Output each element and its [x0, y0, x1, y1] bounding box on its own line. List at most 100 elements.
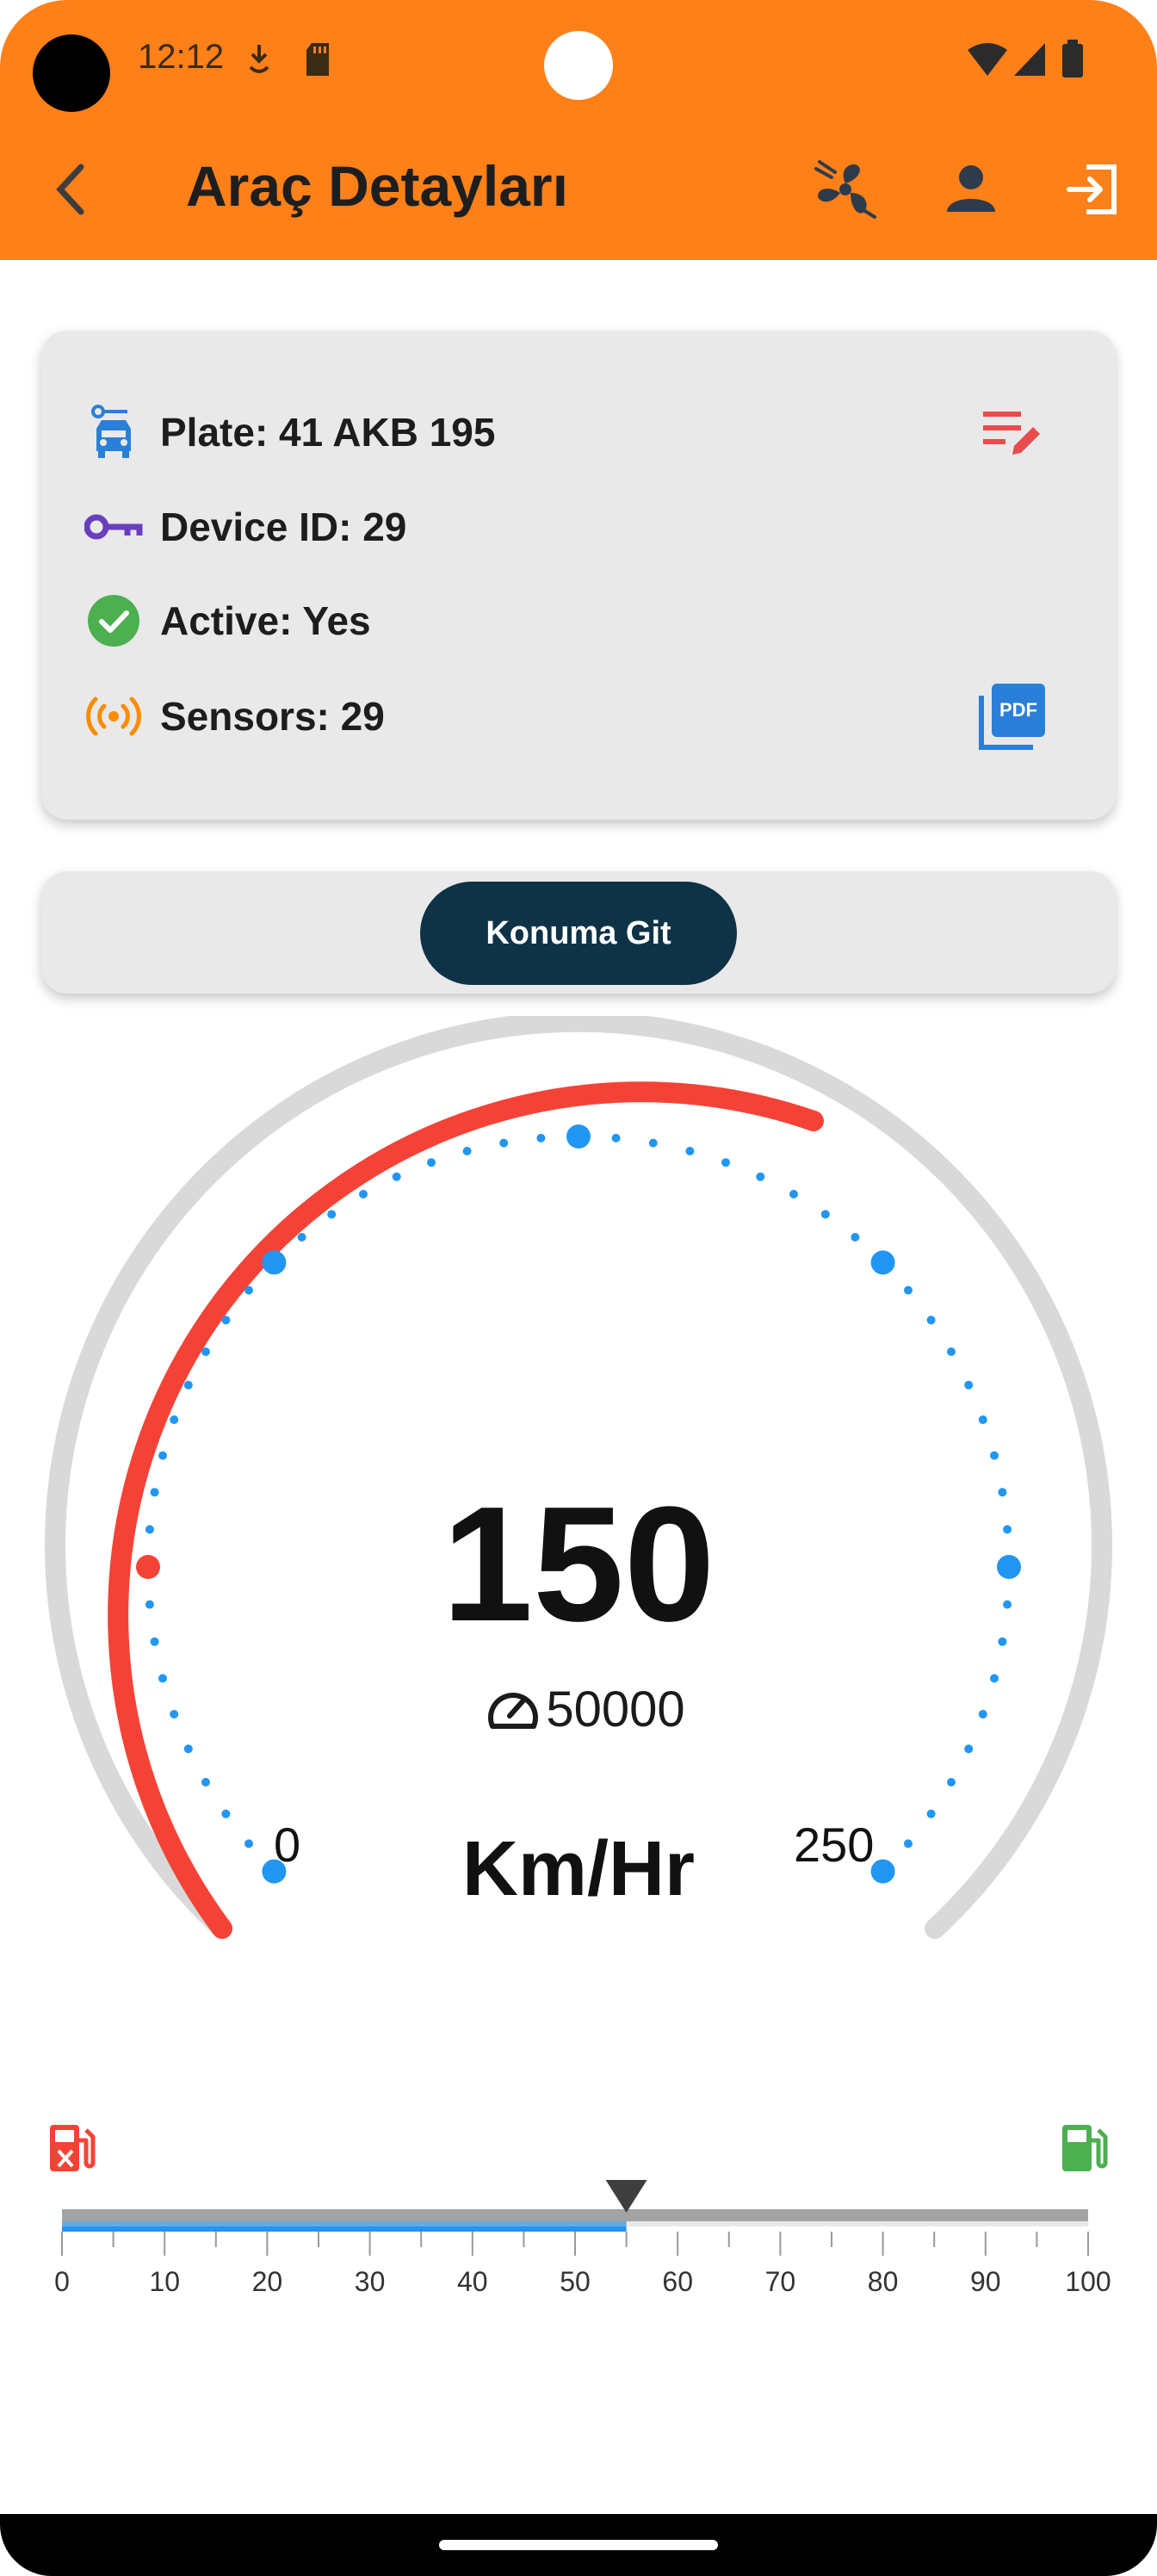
gauge-minor-tick [998, 1488, 1007, 1497]
fuel-scale-label: 70 [764, 2266, 796, 2297]
active-label: Active: Yes [160, 598, 371, 643]
wifi-icon [968, 43, 1007, 76]
gauge-minor-tick [904, 1839, 913, 1848]
gauge-minor-tick [183, 1380, 193, 1390]
fuel-gauge [61, 2180, 1089, 2256]
home-indicator[interactable] [439, 2540, 718, 2550]
gauge-minor-tick [170, 1710, 179, 1718]
fuel-scale-label: 40 [457, 2266, 488, 2297]
gauge-minor-tick [1003, 1525, 1012, 1534]
gauge-major-tick [136, 1555, 160, 1579]
camera-cutout [33, 34, 110, 112]
gauge-min-label: 0 [274, 1817, 301, 1872]
gauge-minor-tick [158, 1674, 167, 1683]
person-icon[interactable] [944, 160, 999, 215]
fuel-level-pointer [605, 2180, 647, 2213]
sensor-broadcast-icon [79, 682, 148, 751]
gauge-minor-tick [244, 1839, 253, 1848]
gauge-minor-tick [145, 1600, 154, 1609]
gauge-minor-tick [978, 1710, 987, 1718]
odometer-value: 50000 [546, 1681, 685, 1737]
gauge-minor-tick [820, 1210, 830, 1219]
gauge-minor-tick [926, 1809, 936, 1818]
gauge-minor-tick [297, 1233, 306, 1242]
gauge-minor-tick [990, 1451, 999, 1460]
fuel-scale-label: 50 [560, 2266, 591, 2297]
odometer-row: 50000 [430, 1679, 740, 1739]
gauge-minor-tick [964, 1380, 974, 1390]
fuel-scale-ticks [61, 2232, 1089, 2256]
gauge-minor-tick [221, 1316, 231, 1325]
speedometer-icon [488, 1693, 539, 1729]
battery-icon [1062, 40, 1083, 77]
page-title: Araç Detayları [186, 154, 568, 218]
gauge-minor-tick [201, 1347, 210, 1356]
gauge-minor-tick [926, 1316, 936, 1325]
pdf-icon[interactable]: PDF [978, 682, 1047, 751]
speed-unit: Km/Hr [461, 1826, 696, 1912]
gauge-major-tick [262, 1250, 287, 1275]
gauge-minor-tick [359, 1190, 368, 1198]
gauge-minor-tick [978, 1415, 987, 1424]
fuel-scale-label: 60 [662, 2266, 693, 2297]
gauge-major-tick [870, 1859, 895, 1884]
gauge-minor-tick [158, 1451, 167, 1460]
front-sensor [544, 31, 613, 100]
plate-row: Plate: 41 AKB 195 [79, 398, 495, 467]
gauge-minor-tick [150, 1637, 159, 1646]
sensors-row: Sensors: 29 [79, 682, 385, 751]
pdf-icon-text: PDF [999, 699, 1037, 721]
gauge-minor-tick [201, 1778, 210, 1786]
gauge-minor-tick [145, 1525, 154, 1534]
gauge-minor-tick [789, 1190, 798, 1198]
fuel-full-icon [1062, 2125, 1108, 2171]
cell-signal-icon [1014, 43, 1045, 76]
gauge-minor-tick [648, 1138, 658, 1148]
gauge-minor-tick [536, 1133, 546, 1142]
fuel-scale-label: 90 [970, 2266, 1001, 2297]
gauge-minor-tick [183, 1744, 193, 1754]
app-bar: 12:12 Araç Detayları [0, 0, 1157, 260]
gauge-max-label: 250 [794, 1817, 875, 1872]
gauge-minor-tick [611, 1133, 621, 1142]
gauge-minor-tick [947, 1347, 956, 1356]
gauge-minor-tick [392, 1172, 401, 1181]
gauge-minor-tick [756, 1172, 765, 1181]
device-id-label: Device ID: 29 [160, 505, 407, 549]
fuel-empty-icon [50, 2125, 96, 2171]
fuel-track-bottom [62, 2221, 1088, 2226]
gauge-major-tick [870, 1250, 895, 1275]
gauge-minor-tick [685, 1147, 695, 1155]
speed-value: 150 [442, 1473, 715, 1656]
gauge-minor-tick [427, 1158, 436, 1167]
gauge-minor-tick [170, 1415, 179, 1424]
gauge-minor-tick [721, 1158, 730, 1167]
gauge-minor-tick [904, 1285, 913, 1295]
device-row: Device ID: 29 [79, 492, 406, 561]
gauge-minor-tick [851, 1233, 860, 1242]
fan-icon[interactable] [813, 160, 878, 219]
edit-notes-icon[interactable] [981, 408, 1043, 460]
gauge-minor-tick [947, 1778, 956, 1786]
check-circle-icon [79, 586, 148, 655]
gauge-minor-tick [499, 1138, 509, 1148]
fuel-scale-label: 10 [149, 2266, 180, 2297]
gauge-minor-tick [244, 1285, 253, 1295]
sensors-label: Sensors: 29 [160, 694, 385, 739]
back-arrow-icon[interactable] [48, 160, 96, 219]
gauge-major-tick [566, 1124, 591, 1149]
gauge-minor-tick [150, 1488, 159, 1497]
car-icon [79, 398, 148, 467]
gauge-minor-tick [462, 1147, 472, 1155]
logout-icon[interactable] [1064, 160, 1123, 219]
fuel-scale-label: 30 [354, 2266, 386, 2297]
sd-card-icon [306, 43, 329, 76]
gauge-minor-tick [964, 1744, 974, 1754]
gauge-minor-tick [327, 1210, 337, 1219]
key-icon [79, 492, 148, 561]
fuel-scale-label: 100 [1065, 2266, 1111, 2297]
gauge-minor-tick [990, 1674, 999, 1683]
go-to-location-button[interactable]: Konuma Git [420, 882, 737, 985]
fuel-scale-label: 80 [867, 2266, 899, 2297]
fuel-track [62, 2209, 1088, 2221]
